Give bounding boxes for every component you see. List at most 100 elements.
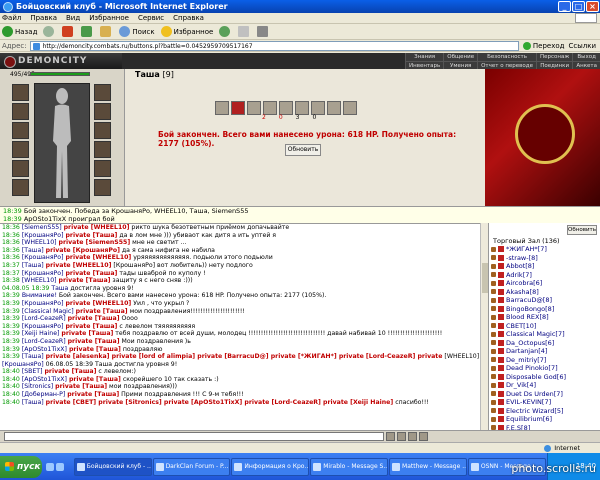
user-nick[interactable]: De_mitriy[7] — [506, 356, 546, 365]
private-icon[interactable] — [491, 357, 496, 363]
private-icon[interactable] — [491, 255, 496, 261]
home-button[interactable] — [100, 26, 113, 37]
address-input[interactable]: http://demoncity.combats.ru/buttons.pl?b… — [29, 40, 519, 51]
nav-security[interactable]: Безопасность — [477, 53, 536, 62]
go-button[interactable]: Переход — [523, 42, 565, 50]
chat-nick[interactable]: [WHEEL10] — [22, 277, 57, 284]
user-nick[interactable]: Da_Octopus[6] — [506, 339, 554, 348]
clear-button[interactable] — [408, 432, 417, 441]
private-icon[interactable] — [491, 272, 496, 278]
online-user[interactable]: -straw-[8] — [491, 254, 566, 263]
shield-slot[interactable] — [94, 122, 111, 139]
ring-slot[interactable] — [94, 160, 111, 177]
online-user[interactable]: BingoBongo[8] — [491, 305, 566, 314]
user-nick[interactable]: *ЖИГАН*[7] — [506, 245, 547, 254]
start-button[interactable]: пуск — [0, 455, 43, 478]
private-icon[interactable] — [491, 289, 496, 295]
equip-slot[interactable] — [215, 101, 229, 115]
private-icon[interactable] — [491, 416, 496, 422]
window-titlebar[interactable]: Бойцовский клуб - Microsoft Internet Exp… — [0, 0, 600, 13]
user-nick[interactable]: Electric Wizard[5] — [506, 407, 564, 416]
ql-icon[interactable] — [56, 462, 65, 471]
chat-nick[interactable]: [Xeiji Haine] — [22, 330, 60, 337]
minimize-button[interactable]: _ — [558, 1, 571, 12]
online-user[interactable]: Abbot[8] — [491, 262, 566, 271]
equip-slot[interactable] — [295, 101, 309, 115]
chat-nick[interactable]: [КрошаняРо] — [22, 323, 64, 330]
bracer-slot[interactable] — [94, 103, 111, 120]
user-nick[interactable]: Classical Magic[7] — [506, 330, 565, 339]
private-icon[interactable] — [491, 263, 496, 269]
chat-nick[interactable]: [WHEEL10] — [22, 239, 57, 246]
user-nick[interactable]: Dr_Vik[4] — [506, 381, 536, 390]
user-nick[interactable]: Dartanjan[4] — [506, 347, 547, 356]
favorites-button[interactable]: Избранное — [160, 26, 213, 37]
online-user[interactable]: Adrik[7] — [491, 271, 566, 280]
chat-scrollbar[interactable] — [480, 223, 488, 430]
chat-nick[interactable]: [Таша] — [22, 262, 44, 269]
user-nick[interactable]: Aircobra[6] — [506, 279, 542, 288]
equip-slot[interactable] — [279, 101, 293, 115]
private-icon[interactable] — [491, 306, 496, 312]
chat-nick[interactable]: Внимание! — [22, 292, 57, 299]
belt-slot[interactable] — [12, 160, 29, 177]
private-icon[interactable] — [491, 382, 496, 388]
chat-nick[interactable]: [Таша] — [22, 247, 44, 254]
private-icon[interactable] — [491, 297, 496, 303]
online-user[interactable]: Dead Pinokio[7] — [491, 364, 566, 373]
amulet-slot[interactable] — [12, 103, 29, 120]
online-refresh-button[interactable]: Обновить — [567, 225, 597, 235]
user-nick[interactable]: EVIL-KEVIN[7] — [506, 398, 551, 407]
chat-nick[interactable]: [ApOSto1TixX] — [22, 376, 67, 383]
private-icon[interactable] — [491, 399, 496, 405]
chat-nick[interactable]: [Таша] — [22, 353, 44, 360]
private-icon[interactable] — [491, 340, 496, 346]
nav-character[interactable]: Персонаж — [536, 53, 573, 62]
task-button[interactable]: Бойцовский клуб - ... — [73, 457, 152, 476]
mail-button[interactable] — [238, 26, 251, 37]
user-nick[interactable]: BingoBongo[8] — [506, 305, 554, 314]
chat-nick[interactable]: [Classical Magic] — [22, 308, 74, 315]
chat-nick[interactable]: [КрошаняРо] — [22, 270, 64, 277]
nav-exit[interactable]: Выход — [572, 53, 600, 62]
user-nick[interactable]: Equilibrium[6] — [506, 415, 552, 424]
online-user[interactable]: BarracuD@[8] — [491, 296, 566, 305]
online-user[interactable]: Equilibrium[6] — [491, 415, 566, 424]
translit-button[interactable] — [419, 432, 428, 441]
chat-nick[interactable]: [Доберман-Р] — [22, 391, 65, 398]
task-button[interactable]: Matthew - Message ... — [389, 457, 467, 476]
refresh-toolbar-button[interactable] — [81, 26, 94, 37]
online-user[interactable]: Akasha[8] — [491, 288, 566, 297]
user-nick[interactable]: Abbot[8] — [506, 262, 534, 271]
chat-window[interactable]: 18:36 [SiemenS55] private [WHEEL10] рикт… — [0, 223, 488, 430]
menu-file[interactable]: Файл — [2, 14, 21, 22]
online-user[interactable]: Aircobra[6] — [491, 279, 566, 288]
menu-edit[interactable]: Правка — [30, 14, 57, 22]
online-user[interactable]: CBET[10] — [491, 322, 566, 331]
chat-input[interactable] — [4, 432, 384, 441]
private-icon[interactable] — [491, 314, 496, 320]
equip-slot[interactable] — [263, 101, 277, 115]
task-button[interactable]: Информация о Кро... — [231, 457, 310, 476]
online-user[interactable]: Blood REX[8] — [491, 313, 566, 322]
stop-button[interactable] — [62, 26, 75, 37]
equip-slot[interactable] — [231, 101, 245, 115]
private-icon[interactable] — [491, 280, 496, 286]
user-nick[interactable]: Adrik[7] — [506, 271, 532, 280]
chat-nick[interactable]: [КрошаняРо] — [2, 361, 44, 368]
user-nick[interactable]: Duet Ds Urden[7] — [506, 390, 563, 399]
private-icon[interactable] — [491, 365, 496, 371]
online-user[interactable]: Classical Magic[7] — [491, 330, 566, 339]
menu-view[interactable]: Вид — [66, 14, 80, 22]
menu-help[interactable]: Справка — [173, 14, 204, 22]
equip-slot[interactable] — [311, 101, 325, 115]
chat-nick[interactable]: [Lord-CeazeR] — [22, 338, 66, 345]
smiley-button[interactable] — [397, 432, 406, 441]
maximize-button[interactable]: □ — [572, 1, 585, 12]
chat-nick[interactable]: [Lord-CeazeR] — [22, 315, 66, 322]
user-nick[interactable]: BarracuD@[8] — [506, 296, 552, 305]
ql-icon[interactable] — [46, 462, 55, 471]
chat-nick[interactable]: [Sitronics] — [22, 383, 53, 390]
chat-nick[interactable]: [КрошаняРо] — [22, 254, 64, 261]
history-button[interactable] — [219, 26, 232, 37]
